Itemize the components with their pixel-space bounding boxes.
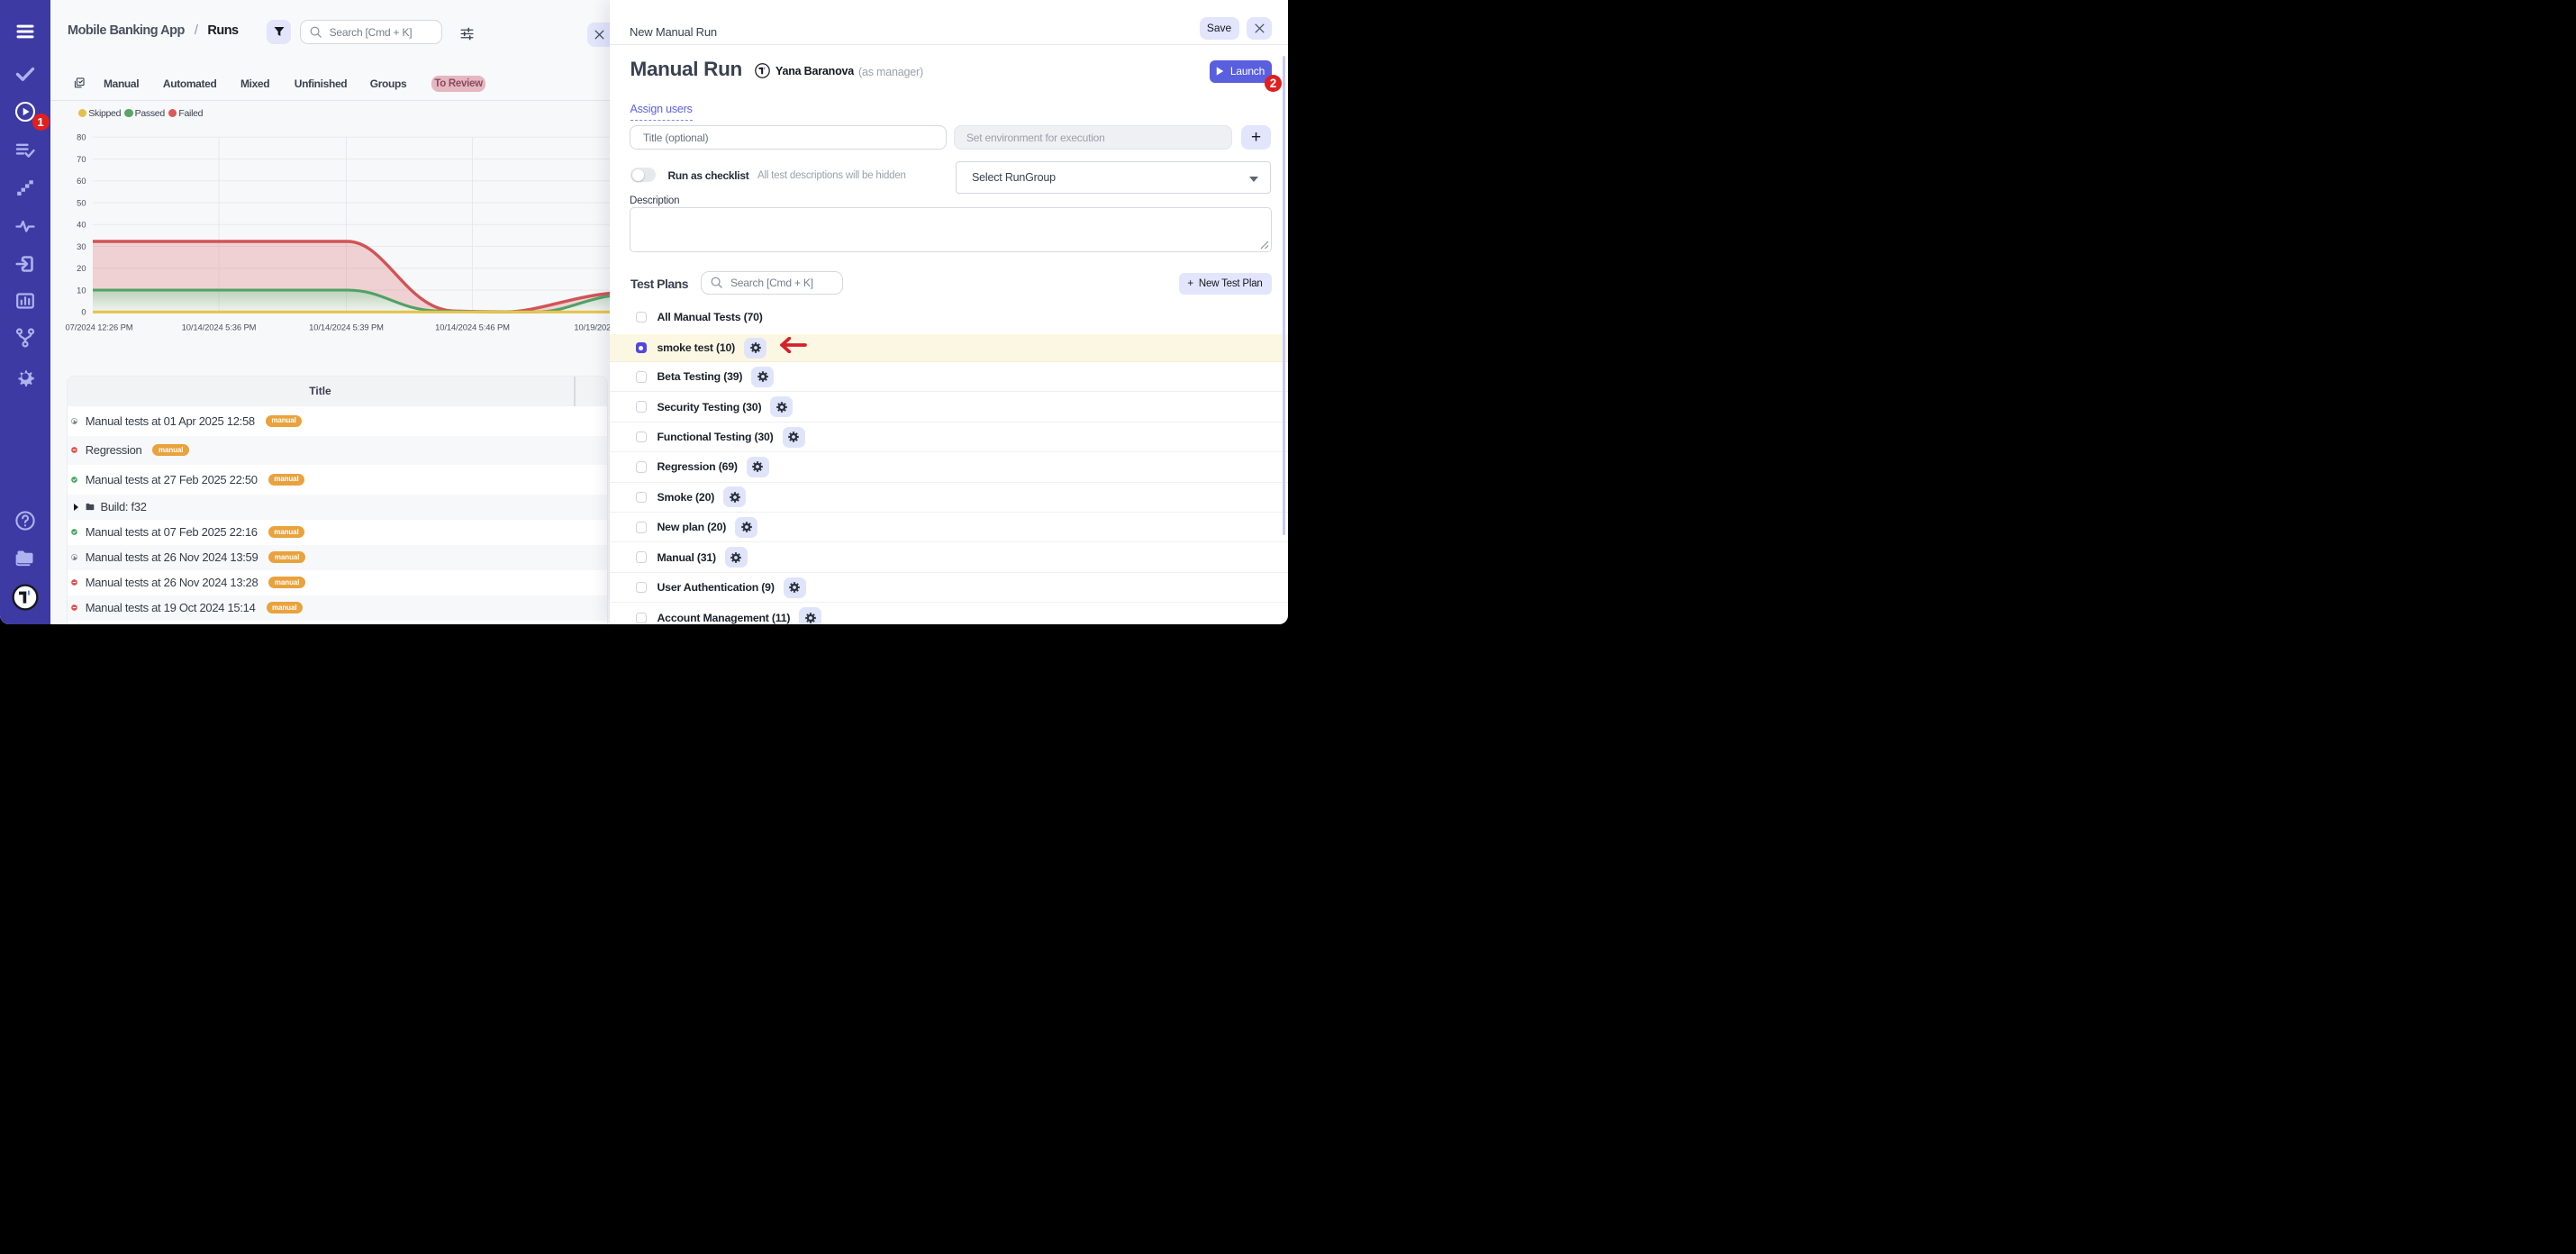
svg-text:60: 60 (77, 177, 86, 186)
svg-text:0: 0 (81, 308, 86, 317)
svg-text:10/14/2024 5:36 PM: 10/14/2024 5:36 PM (182, 323, 257, 332)
svg-text:07/2024 12:26 PM: 07/2024 12:26 PM (66, 323, 133, 332)
svg-text:40: 40 (77, 221, 86, 230)
svg-text:20: 20 (77, 264, 86, 273)
svg-text:10/14/2024 5:46 PM: 10/14/2024 5:46 PM (435, 323, 510, 332)
svg-text:10/14/2024 5:39 PM: 10/14/2024 5:39 PM (309, 323, 384, 332)
svg-text:10: 10 (77, 286, 86, 295)
svg-text:80: 80 (77, 133, 86, 142)
svg-text:70: 70 (77, 155, 86, 164)
svg-text:50: 50 (77, 198, 86, 207)
svg-text:30: 30 (77, 242, 86, 251)
svg-text:10/19/2024 9:2: 10/19/2024 9:2 (574, 323, 610, 332)
